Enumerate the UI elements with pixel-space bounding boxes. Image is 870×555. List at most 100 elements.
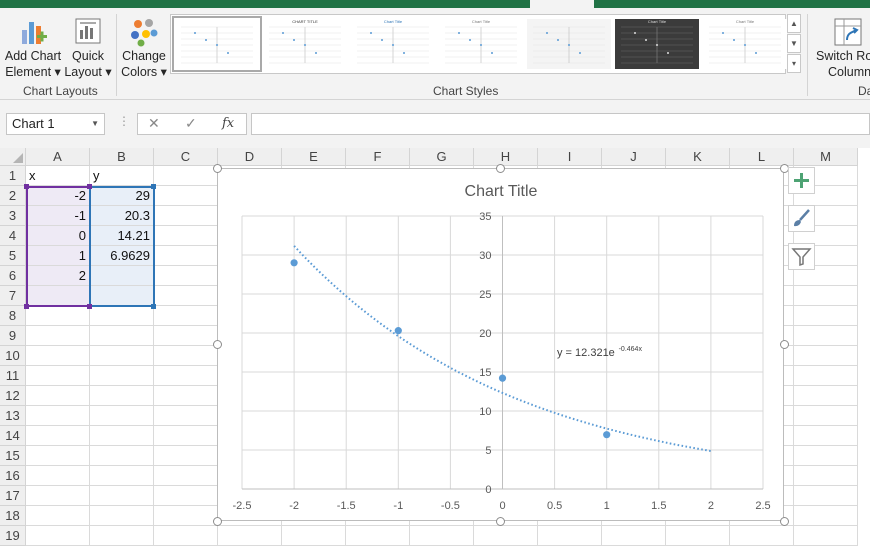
cell[interactable] bbox=[794, 306, 858, 326]
row-header-13[interactable]: 13 bbox=[0, 406, 26, 426]
chart-style-4[interactable]: Chart Title bbox=[439, 19, 523, 69]
chevron-down-icon[interactable]: ▼ bbox=[91, 114, 99, 134]
cell[interactable] bbox=[794, 506, 858, 526]
cell-b6[interactable] bbox=[90, 266, 154, 286]
cell[interactable] bbox=[26, 506, 90, 526]
switch-row-column-button[interactable]: Switch Row Column bbox=[812, 14, 870, 84]
row-header-1[interactable]: 1 bbox=[0, 166, 26, 186]
column-header-E[interactable]: E bbox=[282, 148, 346, 166]
cell[interactable] bbox=[26, 386, 90, 406]
cell[interactable] bbox=[794, 446, 858, 466]
cell[interactable] bbox=[154, 226, 218, 246]
enter-check-icon[interactable]: ✓ bbox=[185, 115, 197, 132]
chart-filters-button[interactable] bbox=[788, 243, 815, 270]
row-header-7[interactable]: 7 bbox=[0, 286, 26, 306]
column-header-I[interactable]: I bbox=[538, 148, 602, 166]
cell[interactable] bbox=[218, 526, 282, 546]
cell[interactable] bbox=[794, 426, 858, 446]
chart-style-1[interactable] bbox=[172, 16, 262, 72]
cell[interactable] bbox=[794, 326, 858, 346]
cell[interactable] bbox=[154, 466, 218, 486]
cell[interactable] bbox=[410, 526, 474, 546]
select-all-corner[interactable] bbox=[0, 148, 26, 166]
data-point[interactable] bbox=[290, 259, 298, 267]
range-resize-handle[interactable] bbox=[24, 184, 29, 189]
cell[interactable] bbox=[154, 486, 218, 506]
cell[interactable] bbox=[794, 346, 858, 366]
column-header-A[interactable]: A bbox=[26, 148, 90, 166]
cell[interactable] bbox=[90, 426, 154, 446]
row-header-17[interactable]: 17 bbox=[0, 486, 26, 506]
cell[interactable] bbox=[90, 366, 154, 386]
data-point[interactable] bbox=[498, 374, 507, 382]
cell[interactable] bbox=[794, 526, 858, 546]
chart-resize-handle[interactable] bbox=[212, 339, 222, 349]
cell-a6[interactable]: 2 bbox=[26, 266, 90, 286]
chart-resize-handle[interactable] bbox=[779, 516, 789, 526]
cell[interactable] bbox=[90, 506, 154, 526]
row-header-11[interactable]: 11 bbox=[0, 366, 26, 386]
row-header-19[interactable]: 19 bbox=[0, 526, 26, 546]
cell[interactable] bbox=[154, 386, 218, 406]
cell[interactable] bbox=[154, 166, 218, 186]
cell[interactable] bbox=[26, 466, 90, 486]
range-resize-handle[interactable] bbox=[151, 304, 156, 309]
row-header-6[interactable]: 6 bbox=[0, 266, 26, 286]
cell[interactable] bbox=[154, 186, 218, 206]
cell[interactable] bbox=[26, 346, 90, 366]
column-header-J[interactable]: J bbox=[602, 148, 666, 166]
cell[interactable] bbox=[794, 366, 858, 386]
cell[interactable] bbox=[730, 526, 794, 546]
cell-a2[interactable]: -2 bbox=[26, 186, 90, 206]
cell[interactable] bbox=[154, 506, 218, 526]
cell[interactable] bbox=[90, 306, 154, 326]
cancel-icon[interactable]: ✕ bbox=[148, 115, 160, 132]
column-header-F[interactable]: F bbox=[346, 148, 410, 166]
cell[interactable] bbox=[90, 466, 154, 486]
row-header-10[interactable]: 10 bbox=[0, 346, 26, 366]
chart-style-7[interactable]: Chart Title bbox=[703, 19, 787, 69]
cell[interactable] bbox=[154, 366, 218, 386]
row-header-4[interactable]: 4 bbox=[0, 226, 26, 246]
chart-resize-handle[interactable] bbox=[495, 516, 505, 526]
cell[interactable] bbox=[90, 486, 154, 506]
cell[interactable] bbox=[154, 266, 218, 286]
active-tab-hint[interactable] bbox=[530, 0, 594, 8]
cell-b1[interactable]: y bbox=[90, 166, 154, 186]
cell-a3[interactable]: -1 bbox=[26, 206, 90, 226]
gallery-scroll-down-button[interactable]: ▼ bbox=[787, 34, 801, 53]
cell[interactable] bbox=[26, 426, 90, 446]
cell[interactable] bbox=[794, 486, 858, 506]
cell[interactable] bbox=[154, 306, 218, 326]
chart-style-5[interactable] bbox=[527, 19, 611, 69]
chart-style-2[interactable]: CHART TITLE bbox=[263, 19, 347, 69]
row-header-18[interactable]: 18 bbox=[0, 506, 26, 526]
cell-b4[interactable]: 14.21 bbox=[90, 226, 154, 246]
insert-function-icon[interactable]: fx bbox=[222, 116, 234, 131]
row-header-14[interactable]: 14 bbox=[0, 426, 26, 446]
gallery-scroll-up-button[interactable]: ▲ bbox=[787, 14, 801, 33]
formula-input[interactable] bbox=[251, 113, 870, 135]
quick-layout-button[interactable]: Quick Layout ▾ bbox=[64, 14, 112, 84]
column-header-C[interactable]: C bbox=[154, 148, 218, 166]
cell-a1[interactable]: x bbox=[26, 166, 90, 186]
column-header-B[interactable]: B bbox=[90, 148, 154, 166]
cell[interactable] bbox=[602, 526, 666, 546]
chart-elements-button[interactable] bbox=[788, 167, 815, 194]
trendline-equation[interactable]: y = 12.321e bbox=[557, 347, 615, 359]
cell[interactable] bbox=[666, 526, 730, 546]
cell[interactable] bbox=[538, 526, 602, 546]
cell[interactable] bbox=[794, 406, 858, 426]
row-header-12[interactable]: 12 bbox=[0, 386, 26, 406]
cell[interactable] bbox=[154, 286, 218, 306]
cell[interactable] bbox=[26, 326, 90, 346]
cell[interactable] bbox=[90, 346, 154, 366]
cell[interactable] bbox=[26, 446, 90, 466]
column-header-M[interactable]: M bbox=[794, 148, 858, 166]
range-resize-handle[interactable] bbox=[151, 184, 156, 189]
cell[interactable] bbox=[90, 326, 154, 346]
cell-b2[interactable]: 29 bbox=[90, 186, 154, 206]
chart-resize-handle[interactable] bbox=[495, 163, 505, 173]
column-header-K[interactable]: K bbox=[666, 148, 730, 166]
cell[interactable] bbox=[90, 446, 154, 466]
